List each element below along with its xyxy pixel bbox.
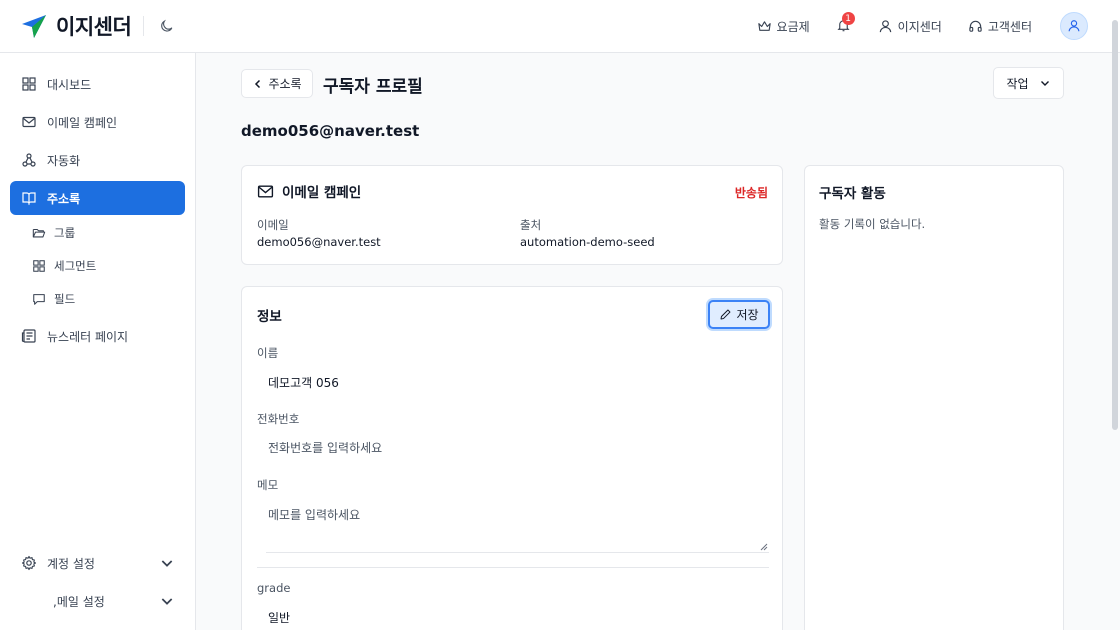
name-input[interactable]: 데모고객 056 xyxy=(268,374,339,391)
resize-handle-icon[interactable] xyxy=(760,543,768,551)
sidebar-item-newsletter[interactable]: 뉴스레터 페이지 xyxy=(10,319,185,353)
sidebar-subitem-fields[interactable]: 필드 xyxy=(32,287,75,311)
sidebar-subitem-segments[interactable]: 세그먼트 xyxy=(32,254,96,278)
sidebar: 대시보드 이메일 캠페인 자동화 주소록 그룹 세그먼트 필드 뉴스레터 페이지… xyxy=(0,53,196,630)
phone-input[interactable]: 전화번호를 입력하세요 xyxy=(268,439,382,456)
page-title: 구독자 프로필 xyxy=(323,77,423,97)
name-label: 이름 xyxy=(257,346,279,360)
folder-open-icon xyxy=(32,228,46,238)
sidebar-subitem-label: 필드 xyxy=(54,292,76,306)
moon-icon xyxy=(161,19,173,32)
status-badge: 반송됨 xyxy=(734,186,768,200)
pricing-label: 요금제 xyxy=(776,19,810,34)
subscriber-activity-card: 구독자 활동 활동 기록이 없습니다. xyxy=(804,165,1064,630)
back-to-addressbook-button[interactable]: 주소록 xyxy=(241,69,313,98)
sidebar-item-label: 자동화 xyxy=(47,153,81,168)
phone-label: 전화번호 xyxy=(257,412,300,426)
dashboard-icon xyxy=(22,77,36,91)
paper-plane-icon xyxy=(22,15,46,38)
campaign-card-title-text: 이메일 캠페인 xyxy=(282,185,362,201)
message-square-icon xyxy=(33,294,45,305)
sidebar-item-campaigns[interactable]: 이메일 캠페인 xyxy=(10,105,185,139)
sidebar-subitem-groups[interactable]: 그룹 xyxy=(32,221,75,245)
logo[interactable]: 이지센더 xyxy=(20,11,132,41)
campaign-card-title: 이메일 캠페인 xyxy=(257,181,361,201)
sidebar-item-label: 이메일 캠페인 xyxy=(47,115,118,130)
memo-label: 메모 xyxy=(257,478,279,492)
grade-label: grade xyxy=(257,581,291,595)
chevron-left-icon xyxy=(255,79,261,88)
source-label: 출처 xyxy=(520,218,542,232)
theme-toggle-button[interactable] xyxy=(158,17,176,35)
sidebar-item-automation[interactable]: 자동화 xyxy=(10,143,185,177)
chevron-down-icon xyxy=(161,560,173,567)
notification-badge: 1 xyxy=(841,12,855,25)
email-label: 이메일 xyxy=(257,218,289,232)
mail-icon xyxy=(22,116,36,128)
sidebar-item-label: ,메일 설정 xyxy=(53,594,105,609)
source-value: automation-demo-seed xyxy=(520,235,655,249)
support-link[interactable]: 고객센터 xyxy=(968,18,1032,35)
user-icon xyxy=(879,19,891,32)
top-header: 이지센더 요금제 1 이지센더 고객센터 xyxy=(0,0,1120,53)
logo-text: 이지센더 xyxy=(56,15,132,39)
headset-icon xyxy=(969,20,982,32)
chevron-down-icon xyxy=(1040,81,1049,86)
sidebar-item-label: 주소록 xyxy=(47,191,81,206)
memo-textarea[interactable]: 메모를 입력하세요 xyxy=(268,506,360,523)
newspaper-icon xyxy=(21,329,36,343)
grid-icon xyxy=(33,260,45,272)
email-campaign-card: 이메일 캠페인 반송됨 이메일 demo056@naver.test 출처 au… xyxy=(241,165,783,265)
account-link[interactable]: 이지센더 xyxy=(878,18,942,35)
info-card-title: 정보 xyxy=(257,309,282,325)
header-divider xyxy=(143,16,145,36)
user-avatar-icon xyxy=(1068,20,1080,32)
sidebar-item-dashboard[interactable]: 대시보드 xyxy=(10,67,185,101)
webhook-icon xyxy=(22,153,36,167)
gear-icon xyxy=(21,555,37,571)
actions-label: 작업 xyxy=(1006,76,1029,91)
mail-icon xyxy=(257,184,274,198)
activity-card-title: 구독자 활동 xyxy=(819,186,886,202)
memo-textarea-border xyxy=(266,552,769,553)
sidebar-item-label: 계정 설정 xyxy=(47,556,95,571)
pencil-icon xyxy=(720,309,731,320)
notification-button[interactable]: 1 xyxy=(836,12,855,34)
grade-input[interactable]: 일반 xyxy=(268,609,290,626)
sidebar-subitem-label: 그룹 xyxy=(54,226,76,240)
actions-dropdown-button[interactable]: 작업 xyxy=(993,67,1064,99)
info-card: 정보 저장 이름 데모고객 056 전화번호 전화번호를 입력하세요 메모 메모… xyxy=(241,286,783,630)
avatar[interactable] xyxy=(1060,12,1088,40)
crown-icon xyxy=(757,20,771,31)
sidebar-subitem-label: 세그먼트 xyxy=(54,259,97,273)
chevron-down-icon xyxy=(161,598,173,605)
activity-empty-text: 활동 기록이 없습니다. xyxy=(819,217,926,231)
page-scrollbar[interactable] xyxy=(1112,20,1118,430)
save-button-label: 저장 xyxy=(736,308,759,322)
book-open-icon xyxy=(22,192,36,206)
back-button-label: 주소록 xyxy=(268,77,302,91)
sidebar-item-label: 대시보드 xyxy=(47,77,92,92)
sidebar-item-label: 뉴스레터 페이지 xyxy=(47,329,129,344)
section-divider xyxy=(257,567,769,568)
email-value: demo056@naver.test xyxy=(257,235,381,249)
save-button[interactable]: 저장 xyxy=(708,300,770,329)
sidebar-item-addressbook[interactable]: 주소록 xyxy=(10,181,185,215)
support-label: 고객센터 xyxy=(987,19,1032,34)
sidebar-item-account-settings[interactable]: 계정 설정 xyxy=(10,546,185,580)
pricing-link[interactable]: 요금제 xyxy=(757,18,810,35)
sidebar-item-mail-settings[interactable]: ,메일 설정 xyxy=(10,584,185,618)
account-label: 이지센더 xyxy=(897,19,942,34)
subscriber-email-heading: demo056@naver.test xyxy=(241,122,420,140)
